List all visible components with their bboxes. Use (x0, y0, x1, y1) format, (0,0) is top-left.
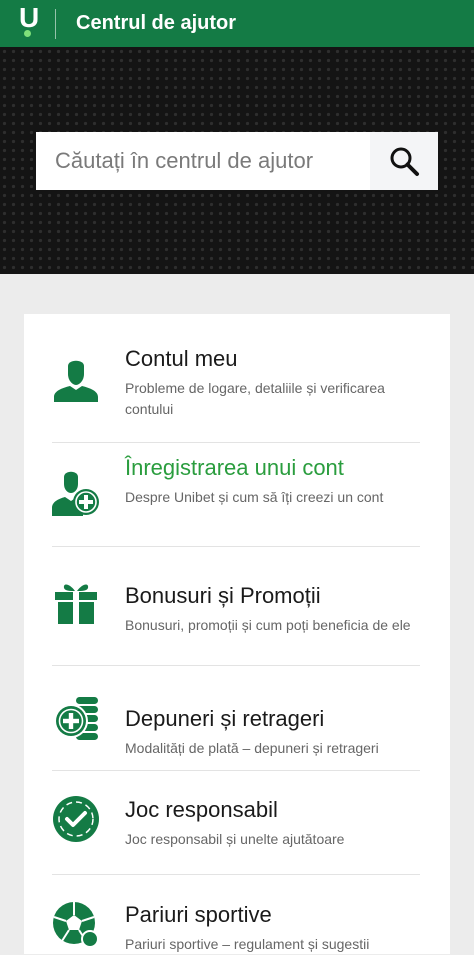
category-inregistrare[interactable]: Înregistrarea unui cont Despre Unibet și… (24, 443, 450, 546)
check-chip-icon (53, 796, 99, 842)
search-button[interactable] (370, 132, 438, 190)
soccer-ball-icon (53, 902, 99, 948)
page-title: Centrul de ajutor (76, 12, 237, 34)
category-description: Pariuri sportive – regulament și sugesti… (125, 936, 370, 952)
category-title: Pariuri sportive (125, 902, 272, 927)
category-title: Joc responsabil (125, 797, 278, 822)
user-icon (54, 360, 98, 402)
search-bar (36, 132, 438, 190)
category-title: Depuneri și retrageri (125, 706, 325, 731)
category-description: Probleme de logare, detaliile și verific… (125, 380, 385, 417)
header-divider (55, 8, 56, 39)
category-description: Despre Unibet și cum să îți creezi un co… (125, 489, 384, 505)
logo-dot (24, 30, 31, 37)
logo-letter: U (19, 2, 40, 33)
category-joc-responsabil[interactable]: Joc responsabil Joc responsabil și unelt… (24, 771, 450, 874)
category-title: Bonusuri și Promoții (125, 583, 321, 608)
hero-banner (0, 47, 474, 274)
category-description: Modalități de plată – depuneri și retrag… (125, 740, 379, 756)
gift-icon (55, 584, 97, 624)
coins-plus-icon (54, 697, 98, 740)
category-description: Bonusuri, promoții și cum poți beneficia… (125, 617, 411, 633)
category-title: Contul meu (125, 346, 238, 371)
category-pariuri-sportive[interactable]: Pariuri sportive Pariuri sportive – regu… (24, 875, 450, 954)
top-bar: U Centrul de ajutor (0, 0, 474, 47)
category-contul-meu[interactable]: Contul meu Probleme de logare, detaliile… (24, 314, 450, 442)
unibet-logo[interactable]: U (0, 0, 40, 47)
help-categories-card: Contul meu Probleme de logare, detaliile… (24, 314, 450, 954)
search-input[interactable] (36, 132, 370, 190)
search-icon (390, 147, 419, 176)
category-title: Înregistrarea unui cont (125, 455, 344, 480)
category-description: Joc responsabil și unelte ajutătoare (125, 831, 345, 847)
category-bonusuri[interactable]: Bonusuri și Promoții Bonusuri, promoții … (24, 547, 450, 665)
user-add-icon (52, 471, 99, 516)
category-depuneri[interactable]: Depuneri și retrageri Modalități de plat… (24, 666, 450, 770)
